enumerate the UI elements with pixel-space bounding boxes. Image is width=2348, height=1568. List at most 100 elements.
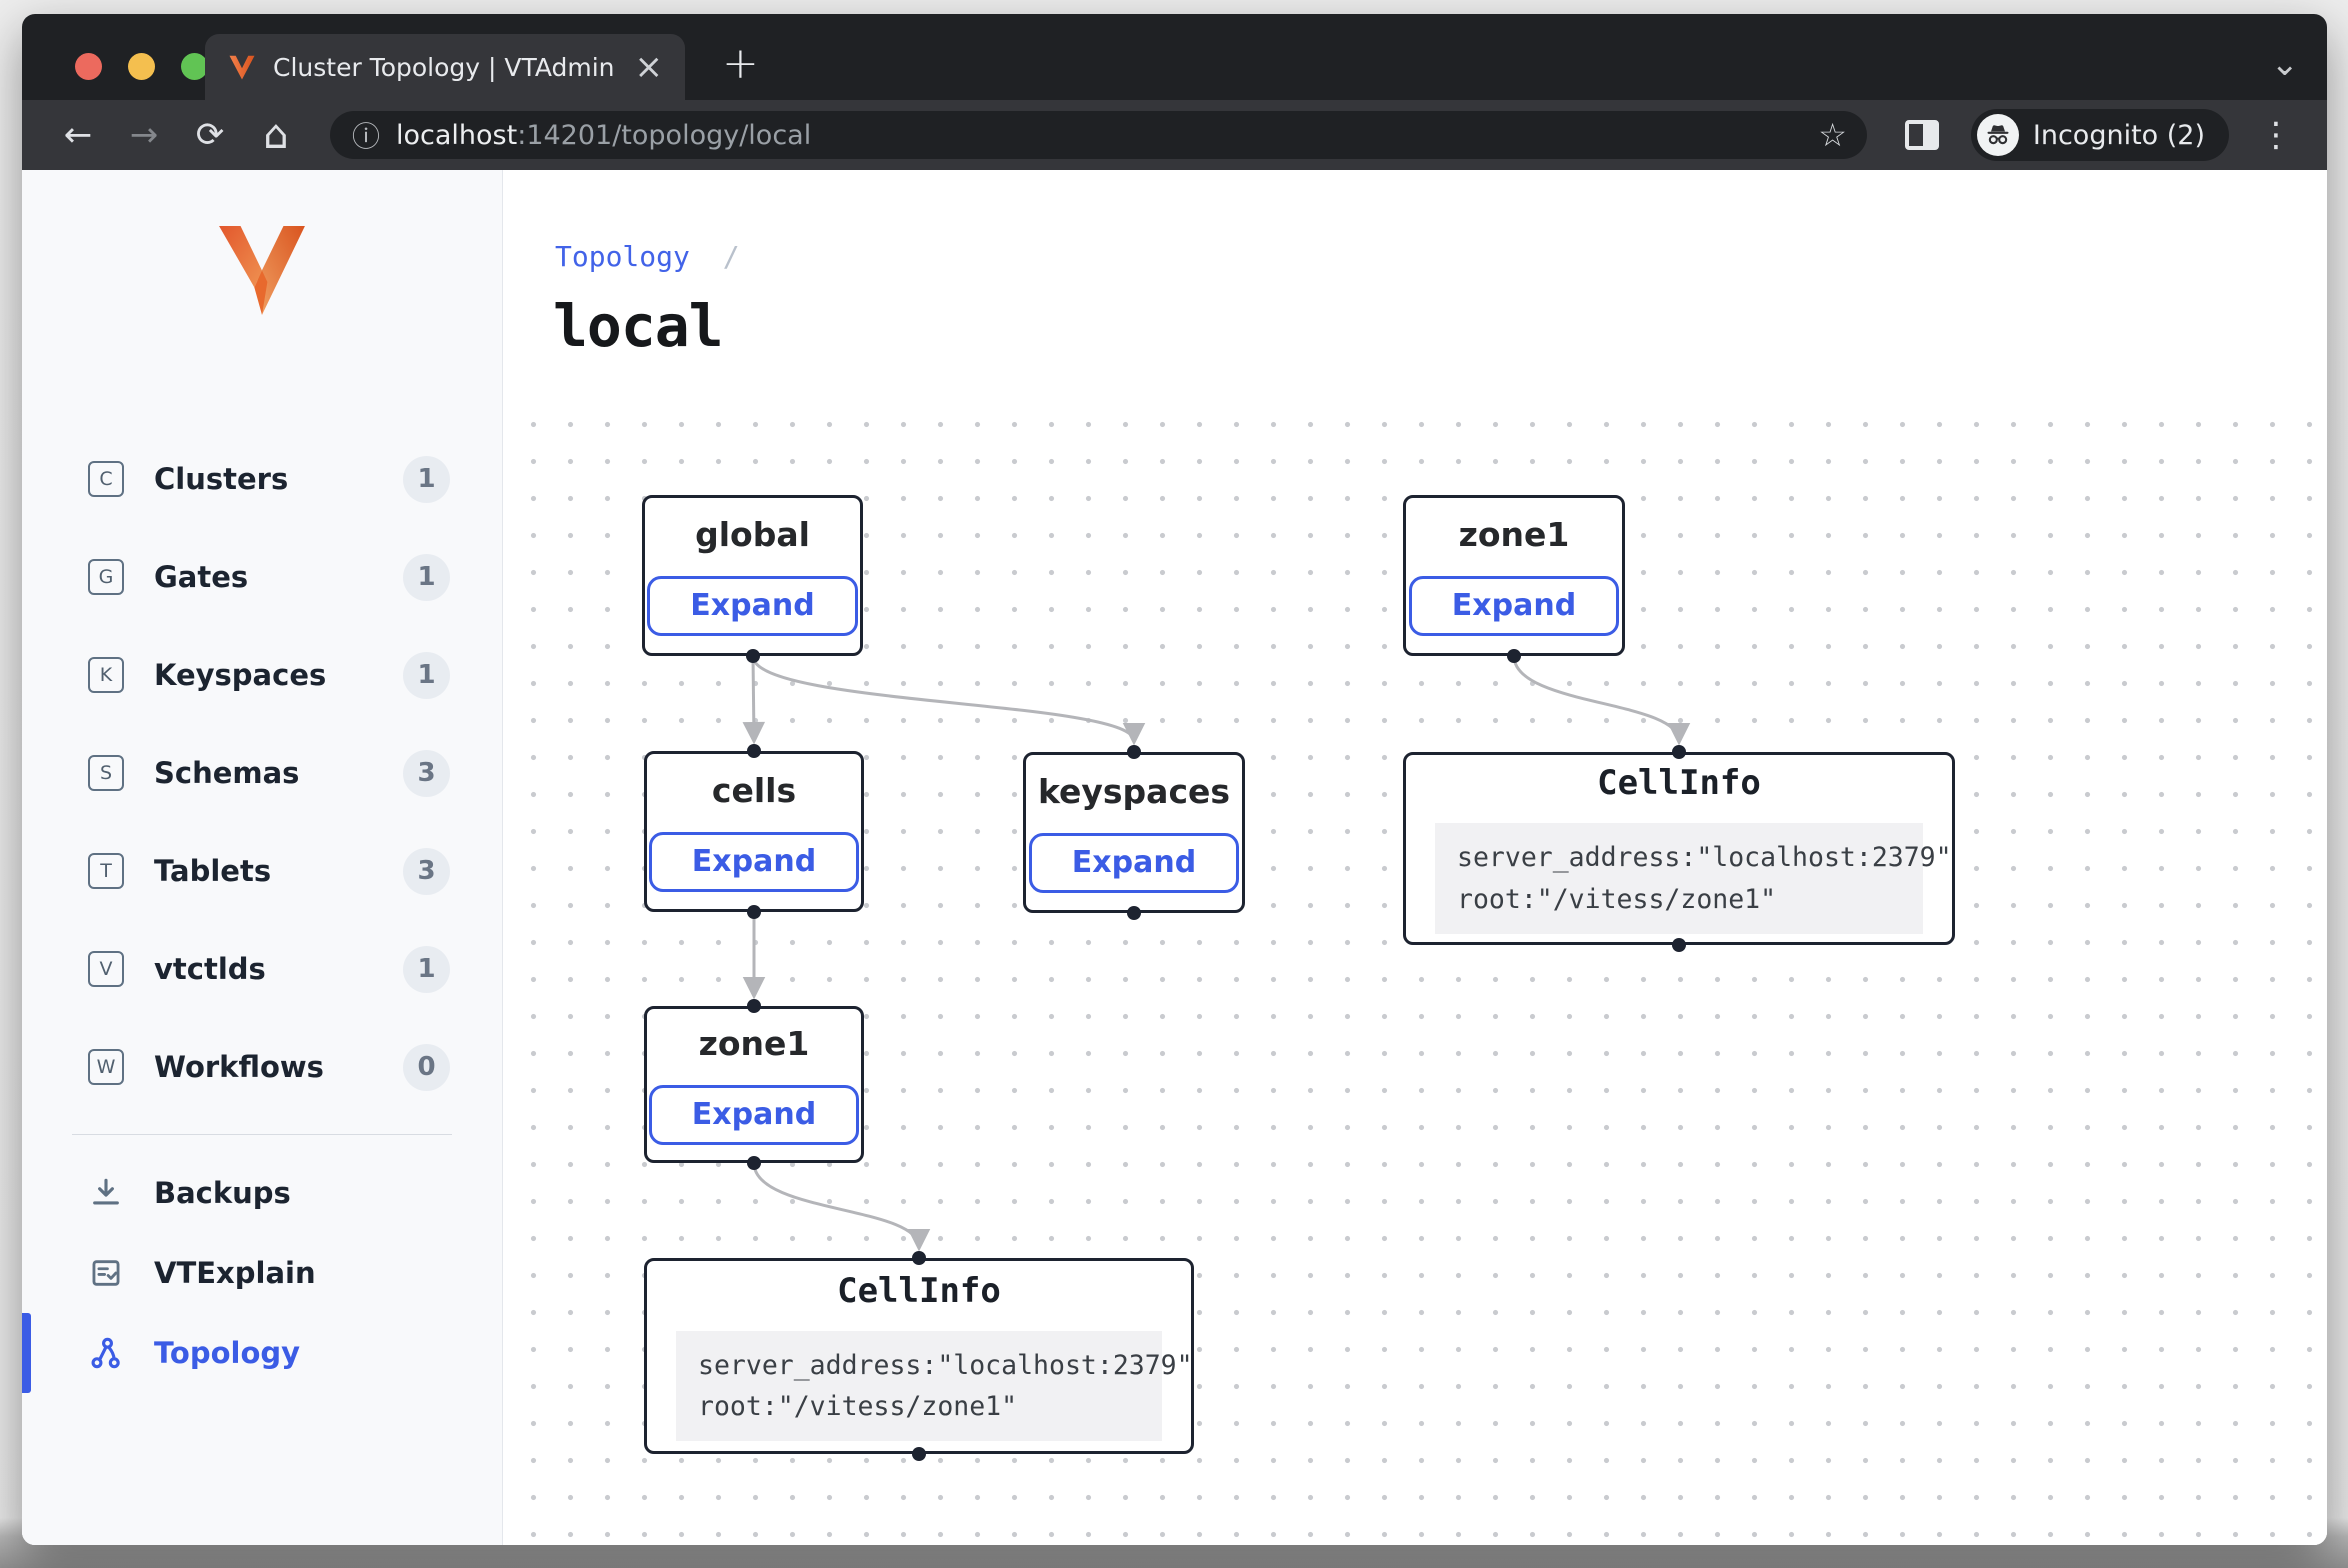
sidebar-item-label: Gates: [154, 560, 403, 594]
node-title: zone1: [699, 1024, 810, 1063]
sidebar-item-label: VTExplain: [154, 1256, 316, 1290]
reload-button[interactable]: ⟳: [182, 107, 238, 163]
node-global: global Expand: [642, 495, 863, 656]
home-button[interactable]: ⌂: [248, 107, 304, 163]
node-title: cells: [712, 771, 796, 810]
clusters-icon: C: [88, 461, 124, 497]
node-keyspaces: keyspaces Expand: [1023, 752, 1245, 913]
tab-title: Cluster Topology | VTAdmin: [273, 53, 615, 82]
breadcrumb-topology-link[interactable]: Topology: [555, 240, 690, 273]
sidebar-nav: C Clusters 1 G Gates 1 K Keyspaces 1 S S…: [22, 430, 502, 1116]
node-cellinfo-bottom: CellInfo server_address:"localhost:2379"…: [644, 1258, 1194, 1454]
incognito-avatar: [1977, 114, 2019, 156]
site-info-icon[interactable]: ⓘ: [352, 115, 380, 155]
sidebar-item-label: Keyspaces: [154, 658, 403, 692]
edge-zone1-cellinfo: [1514, 656, 1679, 741]
window-controls: [75, 53, 208, 80]
count-badge: 0: [403, 1044, 450, 1091]
url-text: localhost:14201/topology/local: [396, 120, 1802, 151]
browser-toolbar: ← → ⟳ ⌂ ⓘ localhost:14201/topology/local…: [22, 100, 2327, 170]
vtexplain-document-icon: [86, 1253, 126, 1293]
count-badge: 3: [403, 848, 450, 895]
sidebar-item-clusters[interactable]: C Clusters 1: [22, 430, 502, 528]
close-window-button[interactable]: [75, 53, 102, 80]
node-title: global: [695, 515, 810, 554]
node-cellinfo-right: CellInfo server_address:"localhost:2379"…: [1403, 752, 1955, 945]
count-badge: 3: [403, 750, 450, 797]
sidebar-item-label: vtctlds: [154, 952, 403, 986]
tab-strip: Cluster Topology | VTAdmin × + ⌄: [22, 14, 2327, 100]
breadcrumb: Topology /: [555, 240, 740, 273]
address-bar[interactable]: ⓘ localhost:14201/topology/local ☆: [330, 111, 1867, 159]
workflows-icon: W: [88, 1049, 124, 1085]
browser-menu-icon[interactable]: ⋮: [2249, 115, 2303, 155]
node-zone1-top: zone1 Expand: [1403, 495, 1625, 656]
vtctlds-icon: V: [88, 951, 124, 987]
count-badge: 1: [403, 554, 450, 601]
sidebar-item-label: Backups: [154, 1176, 291, 1210]
active-indicator: [22, 1313, 31, 1393]
forward-button[interactable]: →: [116, 107, 172, 163]
code-line: root:"/vitess/zone1": [1457, 884, 1776, 915]
browser-window: Cluster Topology | VTAdmin × + ⌄ ← → ⟳ ⌂…: [22, 14, 2327, 1545]
back-button[interactable]: ←: [50, 107, 106, 163]
count-badge: 1: [403, 652, 450, 699]
count-badge: 1: [403, 456, 450, 503]
topology-network-icon: [86, 1333, 126, 1373]
tab-search-chevron-icon[interactable]: ⌄: [2271, 44, 2300, 84]
keyspaces-icon: K: [88, 657, 124, 693]
cellinfo-code: server_address:"localhost:2379" root:"/v…: [1435, 823, 1923, 933]
node-title: keyspaces: [1038, 772, 1230, 811]
tablets-icon: T: [88, 853, 124, 889]
count-badge: 1: [403, 946, 450, 993]
sidebar-item-gates[interactable]: G Gates 1: [22, 528, 502, 626]
zoom-window-button[interactable]: [181, 53, 208, 80]
topology-canvas[interactable]: global Expand zone1 Expand cells Expand …: [503, 400, 2327, 1545]
expand-button-global[interactable]: Expand: [647, 576, 857, 636]
bookmark-star-icon[interactable]: ☆: [1818, 116, 1847, 154]
expand-button-zone1-lower[interactable]: Expand: [649, 1085, 859, 1145]
sidebar-divider: [72, 1134, 452, 1135]
incognito-badge[interactable]: Incognito (2): [1971, 109, 2229, 161]
sidebar-item-keyspaces[interactable]: K Keyspaces 1: [22, 626, 502, 724]
expand-button-zone1-top[interactable]: Expand: [1409, 576, 1619, 636]
sidebar-item-backups[interactable]: Backups: [22, 1153, 502, 1233]
node-title: CellInfo: [1597, 763, 1761, 803]
code-line: server_address:"localhost:2379": [698, 1350, 1193, 1381]
code-line: root:"/vitess/zone1": [698, 1391, 1017, 1422]
cellinfo-code: server_address:"localhost:2379" root:"/v…: [676, 1331, 1162, 1441]
sidebar-item-label: Clusters: [154, 462, 403, 496]
url-path: :14201/topology/local: [517, 120, 811, 151]
backups-download-icon: [86, 1173, 126, 1213]
sidebar-item-vtctlds[interactable]: V vtctlds 1: [22, 920, 502, 1018]
page-title: local: [553, 292, 723, 360]
sidebar-item-topology[interactable]: Topology: [22, 1313, 502, 1393]
vitess-logo: [216, 222, 308, 322]
page-content: C Clusters 1 G Gates 1 K Keyspaces 1 S S…: [22, 170, 2327, 1545]
sidebar-item-label: Workflows: [154, 1050, 403, 1084]
new-tab-button[interactable]: +: [722, 42, 759, 86]
breadcrumb-separator: /: [723, 240, 740, 273]
sidebar-item-vtexplain[interactable]: VTExplain: [22, 1233, 502, 1313]
schemas-icon: S: [88, 755, 124, 791]
sidebar-item-tablets[interactable]: T Tablets 3: [22, 822, 502, 920]
incognito-icon: [1984, 121, 2012, 149]
vitess-favicon-icon: [227, 52, 257, 82]
node-cells: cells Expand: [644, 751, 864, 912]
vtadmin-sidebar: C Clusters 1 G Gates 1 K Keyspaces 1 S S…: [22, 170, 503, 1545]
sidebar-item-label: Topology: [154, 1336, 300, 1370]
expand-button-cells[interactable]: Expand: [649, 832, 859, 892]
node-title: CellInfo: [837, 1271, 1001, 1311]
url-host: localhost: [396, 120, 517, 151]
minimize-window-button[interactable]: [128, 53, 155, 80]
expand-button-keyspaces[interactable]: Expand: [1029, 833, 1239, 893]
active-tab[interactable]: Cluster Topology | VTAdmin ×: [205, 34, 685, 100]
sidebar-item-workflows[interactable]: W Workflows 0: [22, 1018, 502, 1116]
side-panel-icon[interactable]: [1905, 120, 1939, 150]
tab-close-icon[interactable]: ×: [631, 50, 668, 84]
sidebar-item-schemas[interactable]: S Schemas 3: [22, 724, 502, 822]
edge-global-keyspaces: [753, 656, 1134, 741]
node-title: zone1: [1459, 515, 1570, 554]
edge-zone1-cellinfo-bottom: [754, 1163, 919, 1247]
topology-page: Topology / local global Expand zone1 Exp…: [503, 170, 2327, 1545]
